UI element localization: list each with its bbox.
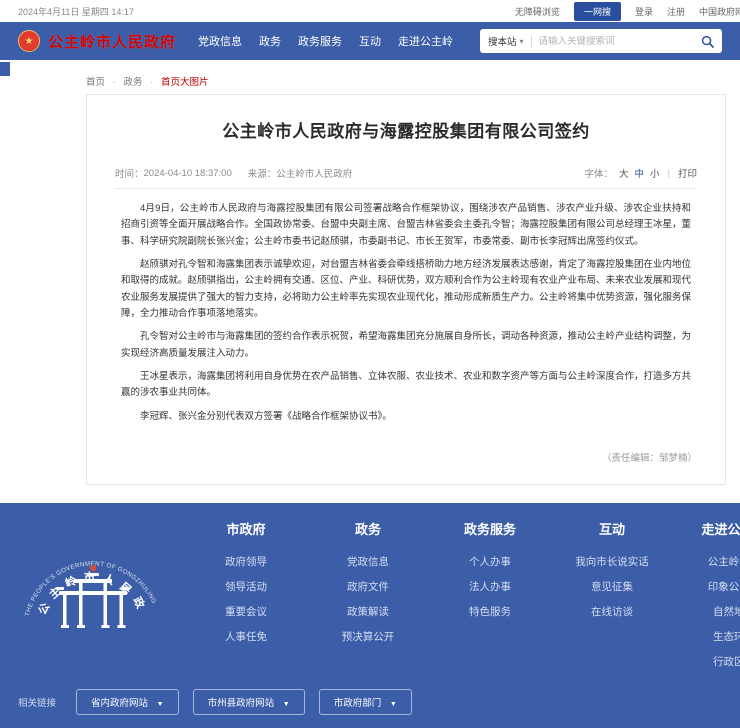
top-utility-bar: 2024年4月11日 星期四 14:17 无障碍浏览 一网搜 登录 注册 中国政… bbox=[0, 0, 740, 22]
breadcrumb-zhengwu[interactable]: 政务 bbox=[123, 77, 142, 88]
nav-item-dangzheng[interactable]: 党政信息 bbox=[198, 33, 242, 49]
article-container: 公主岭市人民政府与海露控股集团有限公司签约 时间： 2024-04-10 18:… bbox=[86, 94, 726, 485]
search-scope-label: 搜本站 bbox=[488, 34, 517, 48]
decoration bbox=[0, 62, 10, 76]
nav-item-services[interactable]: 政务服务 bbox=[298, 33, 342, 49]
caret-down-icon: ▼ bbox=[157, 701, 164, 708]
nav-item-zhengwu[interactable]: 政务 bbox=[259, 33, 281, 49]
print-button[interactable]: 打印 bbox=[678, 166, 697, 180]
footer-col-title: 市政府 bbox=[185, 519, 307, 538]
search-input[interactable] bbox=[539, 36, 701, 47]
footer-link[interactable]: 重要会议 bbox=[185, 600, 307, 625]
time-label: 时间： bbox=[115, 166, 144, 180]
site-footer: THE PEOPLE'S GOVERNMENT OF GONGZHULING 公… bbox=[0, 503, 740, 728]
footer-col-services: 政务服务 个人办事 法人办事 特色服务 bbox=[429, 519, 551, 675]
time-value: 2024-04-10 18:37:00 bbox=[144, 168, 232, 179]
login-link[interactable]: 登录 bbox=[635, 5, 653, 18]
footer-col-city-gov: 市政府 政府领导 领导活动 重要会议 人事任免 bbox=[185, 519, 307, 675]
article-meta-row: 时间： 2024-04-10 18:37:00 来源： 公主岭市人民政府 字体：… bbox=[115, 166, 697, 189]
footer-col-interact: 互动 我向市长说实话 意见征集 在线访谈 bbox=[551, 519, 673, 675]
footer-link[interactable]: 印象公主岭 bbox=[673, 575, 740, 600]
dropdown-label: 市政府部门 bbox=[334, 698, 382, 709]
chevron-down-icon: ▾ bbox=[520, 37, 524, 46]
footer-col-zhengwu: 政务 党政信息 政府文件 政策解读 预决算公开 bbox=[307, 519, 429, 675]
footer-link[interactable]: 预决算公开 bbox=[307, 625, 429, 650]
footer-link[interactable]: 特色服务 bbox=[429, 600, 551, 625]
datetime-text: 2024年4月11日 星期四 14:17 bbox=[18, 5, 134, 18]
footer-link[interactable]: 行政区划 bbox=[673, 650, 740, 675]
footer-link[interactable]: 在线访谈 bbox=[551, 600, 673, 625]
search-icon[interactable] bbox=[701, 35, 714, 48]
footer-col-title: 政务服务 bbox=[429, 519, 551, 538]
footer-col-title: 互动 bbox=[551, 519, 673, 538]
page-content: 首页 · 政务 · 首页大图片 公主岭市人民政府与海露控股集团有限公司签约 时间… bbox=[0, 60, 740, 485]
dropdown-label: 省内政府网站 bbox=[91, 698, 148, 709]
caret-down-icon: ▼ bbox=[283, 701, 290, 708]
search-scope-selector[interactable]: 搜本站 ▾ bbox=[488, 34, 524, 48]
footer-link[interactable]: 政府文件 bbox=[307, 575, 429, 600]
nav-item-about[interactable]: 走进公主岭 bbox=[398, 33, 453, 49]
paragraph: 王冰星表示，海露集团将利用自身优势在农产品销售、立体农服、农业技术、农业和数字资… bbox=[121, 369, 691, 402]
dropdown-provincial-sites[interactable]: 省内政府网站 ▼ bbox=[76, 689, 179, 715]
paragraph: 李冠辉、张兴金分别代表双方签署《战略合作框架协议书》。 bbox=[121, 409, 691, 425]
main-nav: 党政信息 政务 政务服务 互动 走进公主岭 bbox=[198, 33, 470, 49]
footer-link[interactable]: 公主岭概况 bbox=[673, 550, 740, 575]
footer-seal: THE PEOPLE'S GOVERNMENT OF GONGZHULING 公… bbox=[0, 519, 185, 675]
breadcrumb-home[interactable]: 首页 bbox=[86, 77, 105, 88]
breadcrumb: 首页 · 政务 · 首页大图片 bbox=[0, 60, 740, 94]
font-large-button[interactable]: 大 bbox=[619, 166, 629, 180]
footer-link[interactable]: 政策解读 bbox=[307, 600, 429, 625]
font-medium-button[interactable]: 中 bbox=[634, 166, 644, 180]
china-gov-link[interactable]: 中国政府网 bbox=[699, 5, 740, 18]
footer-col-title: 走进公主岭 bbox=[673, 519, 740, 538]
breadcrumb-current: 首页大图片 bbox=[161, 77, 209, 88]
footer-col-title: 政务 bbox=[307, 519, 429, 538]
footer-link[interactable]: 个人办事 bbox=[429, 550, 551, 575]
government-seal-icon: THE PEOPLE'S GOVERNMENT OF GONGZHULING 公… bbox=[13, 523, 173, 645]
paragraph: 孔令智对公主岭市与海露集团的签约合作表示祝贺，希望海露集团充分施展自身所长，调动… bbox=[121, 329, 691, 362]
dropdown-departments[interactable]: 市政府部门 ▼ bbox=[319, 689, 412, 715]
breadcrumb-separator: · bbox=[150, 77, 153, 88]
emblem-star: ★ bbox=[25, 36, 34, 47]
article-body: 4月9日，公主岭市人民政府与海露控股集团有限公司签署战略合作框架协议，围绕涉农产… bbox=[87, 189, 725, 436]
source-value: 公主岭市人民政府 bbox=[276, 166, 352, 180]
footer-link[interactable]: 领导活动 bbox=[185, 575, 307, 600]
article-title: 公主岭市人民政府与海露控股集团有限公司签约 bbox=[87, 117, 725, 142]
footer-link[interactable]: 政府领导 bbox=[185, 550, 307, 575]
related-links-label: 相关链接 bbox=[18, 695, 56, 709]
meta-pipe: | bbox=[668, 168, 670, 179]
editor-credit: （责任编辑：邹梦楠） bbox=[87, 436, 725, 484]
footer-col-about: 走进公主岭 公主岭概况 印象公主岭 自然地理 生态环境 行政区划 bbox=[673, 519, 740, 675]
search-bar: 搜本站 ▾ bbox=[480, 29, 722, 53]
footer-link[interactable]: 生态环境 bbox=[673, 625, 740, 650]
dropdown-label: 市州县政府网站 bbox=[208, 698, 275, 709]
gate-illustration bbox=[56, 565, 130, 628]
footer-link[interactable]: 党政信息 bbox=[307, 550, 429, 575]
paragraph: 赵颀骐对孔令智和海露集团表示诚挚欢迎，对台盟吉林省委会牵线搭桥助力地方经济发展表… bbox=[121, 257, 691, 322]
nav-item-interact[interactable]: 互动 bbox=[359, 33, 381, 49]
font-small-button[interactable]: 小 bbox=[650, 166, 660, 180]
paragraph: 4月9日，公主岭市人民政府与海露控股集团有限公司签署战略合作框架协议，围绕涉农产… bbox=[121, 201, 691, 250]
unified-search-button[interactable]: 一网搜 bbox=[574, 2, 621, 21]
footer-link[interactable]: 我向市长说实话 bbox=[551, 550, 673, 575]
caret-down-icon: ▼ bbox=[390, 701, 397, 708]
accessibility-link[interactable]: 无障碍浏览 bbox=[515, 5, 560, 18]
footer-link[interactable]: 自然地理 bbox=[673, 600, 740, 625]
site-header: ★ 公主岭市人民政府 党政信息 政务 政务服务 互动 走进公主岭 搜本站 ▾ bbox=[0, 22, 740, 60]
dropdown-county-sites[interactable]: 市州县政府网站 ▼ bbox=[193, 689, 305, 715]
register-link[interactable]: 注册 bbox=[667, 5, 685, 18]
footer-link[interactable]: 意见征集 bbox=[551, 575, 673, 600]
font-size-label: 字体： bbox=[584, 166, 613, 180]
breadcrumb-separator: · bbox=[113, 77, 116, 88]
site-title: 公主岭市人民政府 bbox=[48, 31, 176, 52]
footer-link[interactable]: 法人办事 bbox=[429, 575, 551, 600]
national-emblem-icon: ★ bbox=[18, 30, 40, 52]
source-label: 来源： bbox=[248, 166, 277, 180]
related-links-row: 相关链接 省内政府网站 ▼ 市州县政府网站 ▼ 市政府部门 ▼ bbox=[0, 675, 740, 728]
search-divider bbox=[531, 35, 532, 48]
footer-link[interactable]: 人事任免 bbox=[185, 625, 307, 650]
